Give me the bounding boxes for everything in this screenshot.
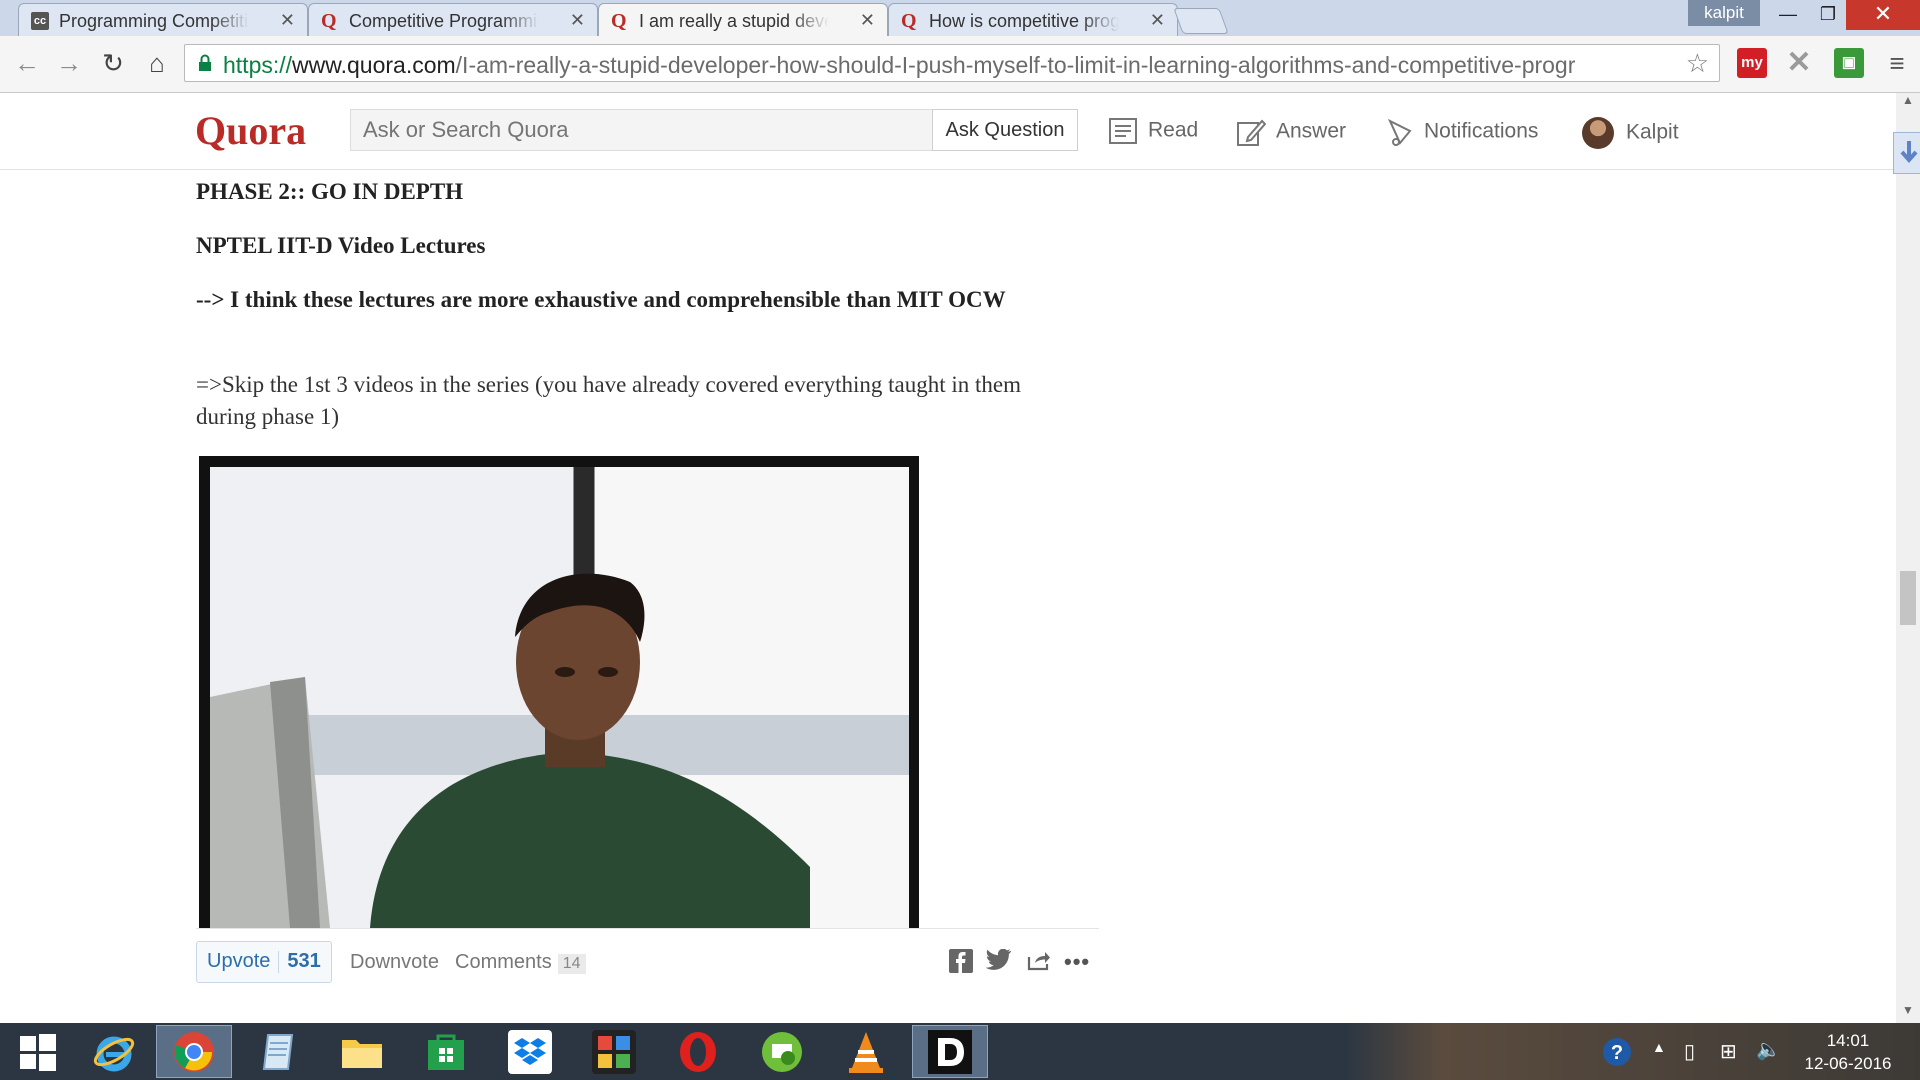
tab-title: I am really a stupid develo [639,11,829,31]
tab-competitive-programming[interactable]: Q Competitive Programmin ✕ [308,3,598,36]
back-arrow-icon[interactable]: ← [10,46,44,80]
lecturer-figure [210,573,810,928]
pencil-icon [1237,119,1266,146]
nav-answer[interactable]: Answer [1236,117,1346,147]
volume-icon[interactable]: 🔈 [1756,1037,1781,1062]
phase-heading: PHASE 2:: GO IN DEPTH [196,179,464,204]
close-icon[interactable]: ✕ [1150,10,1165,31]
tray-expand-icon[interactable]: ▲ [1652,1039,1666,1055]
restore-icon[interactable]: ❐ [1806,0,1850,30]
close-icon[interactable]: ✕ [280,10,295,31]
nav-notifications[interactable]: Notifications [1386,117,1538,147]
lock-icon [199,54,211,71]
twitter-icon[interactable] [985,948,1012,975]
m-extension-icon[interactable]: ▣ [1834,48,1864,78]
new-tab-button[interactable] [1173,8,1229,34]
green-app-icon[interactable] [744,1025,820,1078]
close-icon[interactable]: ✕ [570,10,585,31]
menu-icon[interactable]: ≡ [1882,48,1912,78]
browser-toolbar: ← → ↻ ⌂ https://www.quora.com/I-am-reall… [0,36,1920,93]
internet-explorer-icon[interactable] [76,1025,152,1078]
upvote-label: Upvote [207,950,271,972]
battery-icon[interactable]: ▯ [1684,1039,1695,1064]
help-icon[interactable]: ? [1602,1037,1632,1073]
tab-stupid-developer[interactable]: Q I am really a stupid develo ✕ [598,3,888,36]
chrome-icon[interactable] [156,1025,232,1078]
answer-action-bar: Upvote 531 Downvote Comments 14 ••• [196,928,1099,983]
profile-badge[interactable]: kalpit [1688,0,1760,26]
downvote-button[interactable]: Downvote [350,951,439,974]
video-frame [210,467,909,928]
comments-button[interactable]: Comments 14 [455,951,586,974]
read-icon [1109,118,1137,144]
windows-start-icon[interactable] [0,1025,76,1078]
nav-notifications-label: Notifications [1424,119,1539,143]
tab-programming-competition[interactable]: cc Programming Competitio ✕ [18,3,308,36]
clock-time: 14:01 [1826,1031,1870,1050]
puzzle-app-icon[interactable] [576,1025,652,1078]
store-icon[interactable] [408,1025,484,1078]
file-explorer-icon[interactable] [324,1025,400,1078]
scroll-up-arrow-icon[interactable]: ▲ [1896,93,1920,113]
forward-arrow-icon[interactable]: → [52,46,86,80]
comments-label: Comments [455,951,552,973]
quora-q-icon: Q [321,10,337,32]
minimize-icon[interactable]: — [1766,0,1810,30]
quora-logo[interactable]: Quora [195,107,306,154]
tab-title: Competitive Programmin [349,11,539,31]
tab-how-is-competitive-programming[interactable]: Q How is competitive progra ✕ [888,3,1178,36]
skip-instruction: =>Skip the 1st 3 videos in the series (y… [196,372,1021,429]
upvote-count: 531 [287,950,321,972]
resource-title: NPTEL IIT-D Video Lectures [196,233,486,258]
scroll-thumb[interactable] [1900,571,1916,625]
facebook-icon[interactable] [948,949,974,975]
avatar [1582,117,1614,149]
comments-count: 14 [557,954,586,974]
more-options-icon[interactable]: ••• [1064,949,1090,975]
nav-answer-label: Answer [1276,119,1347,143]
ask-question-button[interactable]: Ask Question [932,109,1078,151]
address-bar[interactable]: https://www.quora.com/I-am-really-a-stup… [184,44,1720,82]
lecture-note: --> I think these lectures are more exha… [196,287,1006,312]
nav-read-label: Read [1148,118,1199,142]
quora-q-icon: Q [611,10,627,32]
quora-q-icon: Q [901,10,917,32]
download-arrow-icon[interactable] [1893,132,1920,174]
page-scrollbar[interactable]: ▲ ▼ [1896,93,1920,1023]
tab-strip: cc Programming Competitio ✕ Q Competitiv… [0,0,1920,36]
cc-icon: cc [31,12,49,30]
home-icon[interactable]: ⌂ [140,46,174,80]
my-extension-icon[interactable]: my [1737,48,1767,78]
nav-profile-label: Kalpit [1626,120,1679,144]
search-input[interactable] [350,109,935,151]
notifications-icon [1387,118,1412,146]
notepad-icon[interactable] [240,1025,316,1078]
x-extension-icon[interactable]: ✕ [1784,48,1814,78]
network-icon[interactable]: ⊞ [1720,1039,1737,1064]
upvote-button[interactable]: Upvote 531 [196,941,332,983]
clock-date: 12-06-2016 [1804,1054,1892,1073]
url-text: https://www.quora.com/I-am-really-a-stup… [223,52,1576,78]
vlc-icon[interactable] [828,1025,904,1078]
d-app-icon[interactable] [912,1025,988,1078]
close-icon[interactable]: ✕ [860,10,875,31]
lecture-video-thumbnail[interactable] [199,456,919,928]
share-icon[interactable] [1026,949,1052,975]
quora-header: Quora Ask Question Read Answer Notificat… [0,93,1896,170]
window-close-icon[interactable]: ✕ [1846,0,1920,30]
tab-title: How is competitive progra [929,11,1119,31]
bookmark-star-icon[interactable]: ☆ [1686,48,1709,79]
tab-title: Programming Competitio [59,11,249,31]
scroll-down-arrow-icon[interactable]: ▼ [1896,1003,1920,1023]
nav-profile[interactable]: Kalpit [1582,117,1679,149]
nav-read[interactable]: Read [1108,117,1198,145]
reload-icon[interactable]: ↻ [96,46,130,80]
windows-taskbar: ? ▲ ▯ ⊞ 🔈 14:01 12-06-2016 [0,1023,1920,1080]
clock[interactable]: 14:01 12-06-2016 [1796,1029,1900,1075]
opera-icon[interactable] [660,1025,736,1078]
dropbox-icon[interactable] [492,1025,568,1078]
svg-text:?: ? [1611,1042,1623,1064]
